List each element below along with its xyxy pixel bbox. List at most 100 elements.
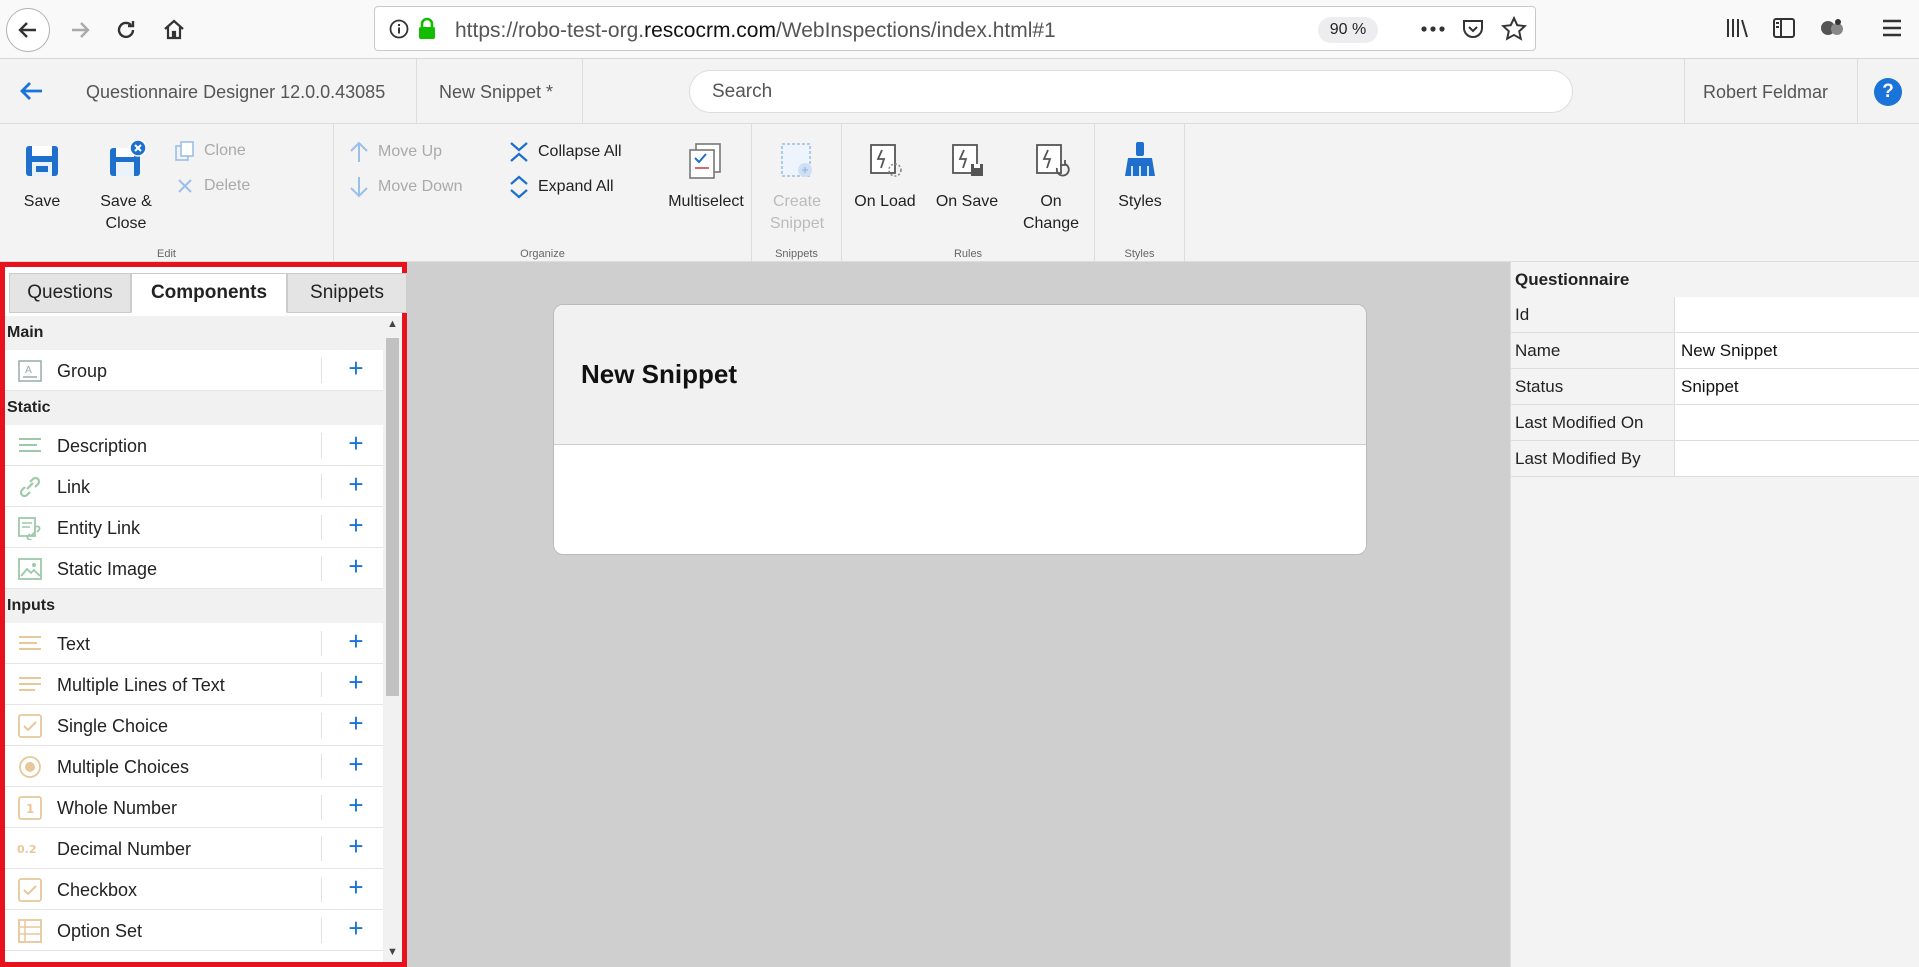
delete-button[interactable]: Delete: [174, 175, 250, 197]
design-canvas: New Snippet: [407, 262, 1510, 967]
user-name[interactable]: Robert Feldmar: [1703, 82, 1828, 103]
list-item[interactable]: Description +: [5, 425, 383, 466]
entity-link-icon: [18, 517, 41, 540]
star-icon[interactable]: [1501, 16, 1527, 42]
library-icon[interactable]: [1722, 12, 1754, 44]
tab-snippets[interactable]: Snippets: [287, 273, 407, 313]
scroll-thumb[interactable]: [386, 338, 399, 696]
on-change-button[interactable]: On Change: [1018, 140, 1084, 235]
list-item[interactable]: Entity Link +: [5, 507, 383, 548]
scroll-down-icon[interactable]: ▼: [386, 946, 399, 960]
modified-by-field: [1674, 441, 1919, 476]
tab-components[interactable]: Components: [131, 273, 287, 313]
add-icon[interactable]: +: [343, 915, 369, 942]
add-icon[interactable]: +: [343, 833, 369, 860]
list-item[interactable]: Checkbox +: [5, 869, 383, 910]
pocket-icon[interactable]: [1461, 17, 1485, 41]
list-item[interactable]: 0.2 Decimal Number +: [5, 828, 383, 869]
add-icon[interactable]: +: [343, 792, 369, 819]
list-item[interactable]: Option Set +: [5, 910, 383, 951]
panel-tabs: Questions Components Snippets: [9, 269, 407, 315]
list-item[interactable]: Multiple Choices +: [5, 746, 383, 787]
list-item[interactable]: Link +: [5, 466, 383, 507]
browser-toolbar: https://robo-test-org.rescocrm.com/WebIn…: [0, 0, 1919, 59]
list-scrollbar[interactable]: ▲ ▼: [383, 316, 402, 962]
section-inputs: Inputs: [5, 589, 402, 623]
expand-all-button[interactable]: Expand All: [508, 175, 614, 199]
add-icon[interactable]: +: [343, 553, 369, 580]
on-save-button[interactable]: On Save: [934, 140, 1000, 213]
multiselect-button[interactable]: Multiselect: [666, 140, 746, 213]
menu-icon[interactable]: [1876, 12, 1908, 44]
create-snippet-button[interactable]: Create Snippet: [760, 140, 834, 235]
search-box[interactable]: [689, 70, 1573, 113]
multiselect-icon: [689, 143, 721, 179]
document-title: New Snippet *: [439, 82, 554, 102]
name-field[interactable]: New Snippet: [1674, 333, 1919, 368]
list-item[interactable]: A Group +: [5, 350, 383, 391]
collapse-icon: [510, 142, 528, 162]
app-back-button[interactable]: [10, 69, 54, 113]
property-row-id: Id: [1511, 297, 1919, 333]
add-icon[interactable]: +: [343, 874, 369, 901]
save-label: Save: [23, 193, 61, 210]
add-icon[interactable]: +: [343, 669, 369, 696]
info-icon[interactable]: [389, 19, 409, 39]
expand-all-label: Expand All: [538, 178, 614, 195]
brush-icon: [1125, 142, 1155, 176]
create-snippet-icon: [781, 143, 812, 177]
list-item[interactable]: Single Choice +: [5, 705, 383, 746]
scroll-up-icon[interactable]: ▲: [386, 318, 399, 332]
browser-reload-button[interactable]: [104, 8, 148, 52]
ribbon-group-rules: On Load On Save On Change Rules: [842, 124, 1095, 262]
section-main: Main: [5, 316, 402, 350]
save-close-button[interactable]: Save & Close: [94, 139, 158, 235]
extension-icon[interactable]: [1816, 12, 1848, 44]
add-icon[interactable]: +: [343, 751, 369, 778]
add-icon[interactable]: +: [343, 471, 369, 498]
add-icon[interactable]: +: [343, 628, 369, 655]
tab-questions[interactable]: Questions: [9, 273, 131, 313]
add-icon[interactable]: +: [343, 512, 369, 539]
add-icon[interactable]: +: [343, 430, 369, 457]
snippet-card[interactable]: New Snippet: [553, 304, 1367, 555]
ribbon-group-styles: Styles Styles: [1095, 124, 1185, 262]
zoom-badge[interactable]: 90 %: [1318, 17, 1378, 43]
clone-button[interactable]: Clone: [174, 140, 246, 162]
browser-forward-button[interactable]: [58, 8, 102, 52]
list-item[interactable]: Multiple Lines of Text +: [5, 664, 383, 705]
delete-label: Delete: [204, 177, 251, 194]
move-up-label: Move Up: [378, 143, 443, 160]
sidebar-icon[interactable]: [1768, 12, 1800, 44]
on-load-icon: [870, 144, 902, 177]
move-up-button[interactable]: Move Up: [348, 140, 442, 164]
on-change-label-2: Change: [1022, 215, 1080, 232]
list-item[interactable]: Text +: [5, 623, 383, 664]
collapse-all-button[interactable]: Collapse All: [508, 140, 622, 164]
browser-home-button[interactable]: [152, 8, 196, 52]
help-button[interactable]: ?: [1874, 78, 1902, 106]
modified-on-field: [1674, 405, 1919, 440]
lock-icon[interactable]: [417, 17, 437, 41]
arrow-right-icon: [72, 22, 90, 38]
url-bar[interactable]: https://robo-test-org.rescocrm.com/WebIn…: [374, 6, 1536, 51]
floppy-disk-icon: [26, 146, 58, 176]
styles-button[interactable]: Styles: [1105, 140, 1175, 213]
id-field[interactable]: [1674, 297, 1919, 332]
save-close-label-1: Save &: [100, 193, 152, 210]
list-item[interactable]: 1 Whole Number +: [5, 787, 383, 828]
save-close-label-2: Close: [105, 215, 147, 232]
arrow-down-icon: [350, 177, 368, 198]
add-icon[interactable]: +: [343, 355, 369, 382]
link-icon: [19, 476, 41, 498]
browser-back-button[interactable]: [6, 8, 50, 52]
move-down-button[interactable]: Move Down: [348, 175, 462, 199]
snippet-card-header[interactable]: New Snippet: [554, 305, 1366, 445]
search-input[interactable]: [712, 81, 1532, 103]
list-item[interactable]: Static Image +: [5, 548, 383, 589]
add-icon[interactable]: +: [343, 710, 369, 737]
save-close-icon: [110, 139, 147, 176]
more-icon[interactable]: [1419, 19, 1447, 39]
on-load-button[interactable]: On Load: [852, 140, 918, 213]
save-button[interactable]: Save: [14, 140, 70, 213]
